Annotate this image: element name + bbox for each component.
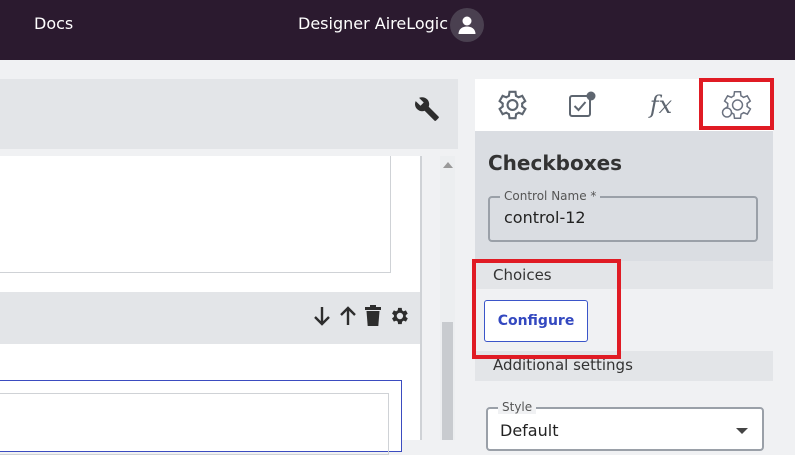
control-type-title: Checkboxes [488,151,623,175]
canvas-header [0,79,458,149]
style-label: Style [498,400,537,414]
chevron-down-icon [736,428,748,434]
avatar[interactable] [450,8,484,42]
control-toolbar [0,292,420,344]
control-name-field[interactable]: Control Name * control-12 [488,189,758,242]
tab-expressions[interactable]: fx [625,79,697,131]
scrollbar-thumb[interactable] [442,322,453,440]
trash-icon[interactable] [364,305,382,327]
choices-field-box[interactable] [0,380,402,455]
additional-settings-heading: Additional settings [493,356,633,374]
user-icon [458,16,476,34]
control-name-value[interactable]: control-12 [504,208,586,227]
function-icon: fx [649,91,673,119]
form-field-box[interactable] [0,156,391,273]
style-value: Default [500,421,559,440]
docs-link[interactable]: Docs [34,14,73,33]
gear-icon [498,90,527,120]
choices-heading: Choices [493,266,552,284]
checkboxes-control-card[interactable] [0,292,422,455]
style-select[interactable]: Style Default [486,400,764,451]
arrow-down-icon[interactable] [312,305,332,327]
scroll-up-icon[interactable] [443,162,453,168]
configure-button[interactable]: Configure [484,300,588,342]
gear-outline-icon [721,91,752,119]
tab-settings[interactable] [475,79,547,131]
checkbox-edit-icon [569,91,596,117]
tab-advanced-settings[interactable] [700,79,772,131]
wrench-icon[interactable] [414,96,440,126]
user-name[interactable]: Designer AireLogic [298,14,448,33]
control-name-label: Control Name * [500,189,601,203]
gear-icon[interactable] [388,305,410,327]
arrow-up-icon[interactable] [338,305,358,327]
properties-panel: fx Checkboxes Control Name * control-12 … [475,60,795,451]
panel-tabs: fx [475,79,773,131]
form-canvas [0,60,475,455]
top-bar: Docs Designer AireLogic [0,0,795,60]
choices-field-inner[interactable] [0,393,389,455]
tab-validation[interactable] [547,79,619,131]
control-section: Checkboxes Control Name * control-12 [475,131,773,261]
